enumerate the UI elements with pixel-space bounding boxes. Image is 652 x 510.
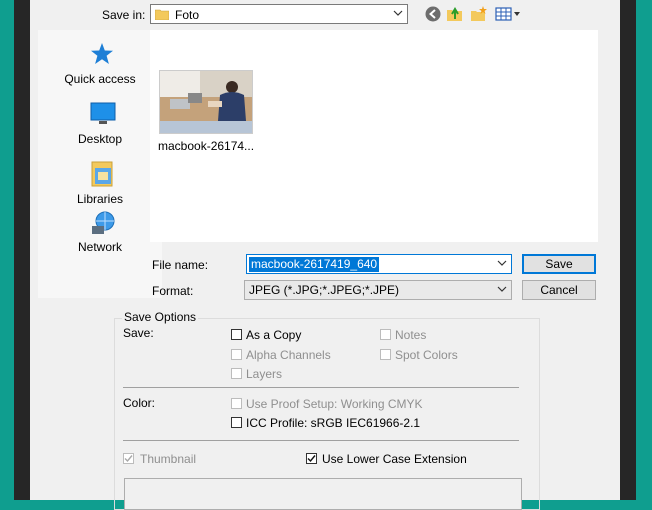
alpha-channels-checkbox[interactable]: [231, 349, 242, 360]
place-label: Desktop: [77, 132, 123, 146]
notes-checkbox[interactable]: [380, 329, 391, 340]
save-as-dialog: Save in: Foto Quick access Desktop Libra…: [30, 0, 620, 510]
spot-colors-label: Spot Colors: [395, 348, 458, 362]
place-label: Libraries: [76, 192, 124, 206]
places-bar: Quick access Desktop Libraries Network: [38, 30, 162, 298]
star-icon: [91, 43, 113, 64]
warning-box: [124, 478, 522, 510]
desktop-background-left: [0, 0, 14, 500]
checkmark-icon: [124, 455, 133, 463]
place-network[interactable]: Network: [38, 210, 162, 258]
place-libraries[interactable]: Libraries: [38, 160, 162, 208]
divider: [123, 440, 519, 441]
layers-label: Layers: [246, 367, 283, 381]
alpha-channels-label: Alpha Channels: [246, 348, 331, 362]
folder-icon: [155, 9, 169, 20]
checkmark-icon: [307, 455, 316, 463]
spot-colors-checkbox[interactable]: [380, 349, 391, 360]
view-menu-icon[interactable]: [495, 5, 521, 23]
lower-case-extension-checkbox[interactable]: [306, 453, 317, 464]
file-name-label: File name:: [152, 258, 209, 272]
thumbnail-checkbox[interactable]: [123, 453, 134, 464]
photo-thumbnail-image: [160, 71, 252, 133]
place-label: Quick access: [64, 72, 136, 86]
desktop-background-right: [636, 0, 652, 500]
save-label: Save:: [123, 326, 154, 340]
save-in-label: Save in:: [102, 8, 146, 22]
thumbnail-label: Thumbnail: [140, 452, 197, 466]
chevron-down-icon: [393, 10, 403, 16]
file-name-value: macbook-2617419_640: [249, 257, 380, 272]
use-proof-setup-checkbox[interactable]: [231, 398, 242, 409]
format-label: Format:: [152, 284, 194, 298]
as-a-copy-label: As a Copy: [246, 328, 302, 342]
new-folder-icon[interactable]: [470, 5, 488, 23]
place-label: Network: [77, 240, 122, 254]
format-dropdown[interactable]: JPEG (*.JPG;*.JPEG;*.JPE): [244, 280, 512, 300]
chevron-down-icon: [497, 286, 507, 292]
use-proof-setup-label: Use Proof Setup: Working CMYK: [246, 397, 423, 411]
save-in-dropdown[interactable]: Foto: [150, 4, 408, 24]
desktop-icon: [90, 102, 116, 124]
place-quick-access[interactable]: Quick access: [38, 40, 162, 88]
file-thumbnail[interactable]: [159, 70, 253, 134]
save-button[interactable]: Save: [522, 254, 596, 274]
network-icon: [92, 211, 115, 234]
libraries-icon: [91, 161, 113, 187]
place-desktop[interactable]: Desktop: [38, 100, 162, 148]
save-in-value: Foto: [175, 8, 200, 22]
icc-profile-label: ICC Profile: sRGB IEC61966-2.1: [246, 416, 421, 430]
divider: [123, 387, 519, 388]
icc-profile-checkbox[interactable]: [231, 417, 242, 428]
file-name-input[interactable]: macbook-2617419_640: [246, 254, 512, 274]
as-a-copy-checkbox[interactable]: [231, 329, 242, 340]
layers-checkbox[interactable]: [231, 368, 242, 379]
file-list[interactable]: macbook-26174...: [150, 30, 598, 242]
save-options-title: Save Options: [122, 310, 199, 324]
notes-label: Notes: [395, 328, 427, 342]
back-arrow-icon[interactable]: [424, 5, 442, 23]
file-name-caption: macbook-26174...: [158, 139, 255, 153]
up-folder-icon[interactable]: [446, 5, 464, 23]
chevron-down-icon[interactable]: [497, 258, 507, 268]
color-label: Color:: [123, 396, 156, 410]
format-value: JPEG (*.JPG;*.JPEG;*.JPE): [249, 283, 400, 297]
cancel-button[interactable]: Cancel: [522, 280, 596, 300]
lower-case-extension-label: Use Lower Case Extension: [322, 452, 467, 466]
